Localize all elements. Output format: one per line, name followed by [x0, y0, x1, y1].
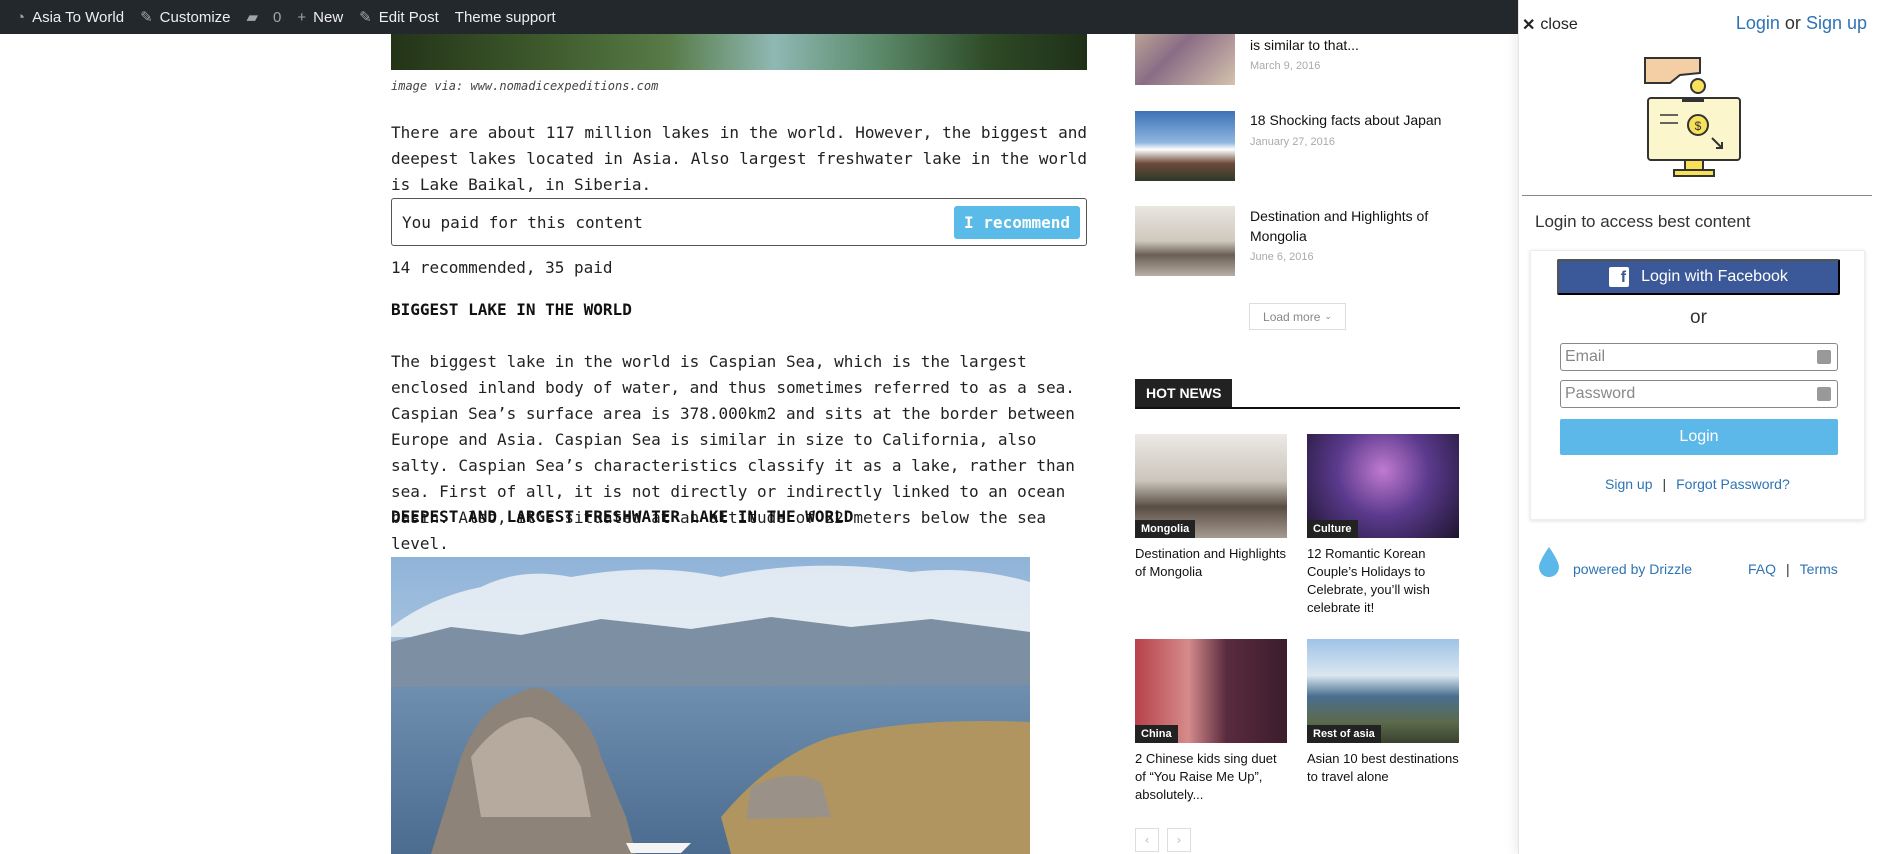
paid-content-text: You paid for this content: [402, 212, 643, 232]
card-title[interactable]: Asian 10 best destinations to travel alo…: [1307, 750, 1459, 786]
drizzle-drop-icon: [1539, 547, 1559, 577]
signup-link-bottom[interactable]: Sign up: [1605, 476, 1652, 492]
admin-bar-edit-post[interactable]: ✎ Edit Post: [359, 8, 439, 27]
customize-label: Customize: [159, 8, 231, 26]
pencil-icon: ✎: [359, 9, 372, 26]
hot-news-card[interactable]: China 2 Chinese kids sing duet of “You R…: [1135, 639, 1287, 804]
site-name: Asia To World: [32, 8, 125, 26]
edit-post-label: Edit Post: [378, 8, 439, 26]
admin-bar-new[interactable]: + New: [297, 9, 343, 26]
card-title[interactable]: 2 Chinese kids sing duet of “You Raise M…: [1135, 750, 1287, 804]
facebook-icon: f: [1609, 267, 1630, 287]
faq-link[interactable]: FAQ: [1748, 561, 1776, 577]
comment-icon: ▰: [246, 9, 259, 26]
next-page-button[interactable]: ›: [1167, 828, 1191, 852]
section-heading-biggest: BIGGEST LAKE IN THE WORLD: [391, 300, 632, 319]
separator: |: [1662, 476, 1667, 492]
category-badge[interactable]: Culture: [1307, 520, 1358, 538]
post-title[interactable]: Destination and Highlights of Mongolia: [1250, 206, 1460, 246]
hot-news-card[interactable]: Mongolia Destination and Highlights of M…: [1135, 434, 1287, 581]
post-title[interactable]: is similar to that...: [1250, 35, 1460, 55]
facebook-login-button[interactable]: f Login with Facebook: [1557, 259, 1840, 295]
load-more-button[interactable]: Load more ⌄: [1249, 303, 1346, 330]
recommend-stats: 14 recommended, 35 paid: [391, 258, 613, 277]
dashboard-icon: ◔: [16, 8, 26, 26]
admin-bar-theme-support[interactable]: Theme support: [455, 9, 556, 26]
close-button[interactable]: ✕ close: [1522, 15, 1578, 35]
paywall-box: You paid for this content I recommend: [391, 198, 1087, 246]
hot-news-header: HOT NEWS: [1135, 379, 1460, 409]
login-link[interactable]: Login: [1736, 13, 1780, 33]
category-badge[interactable]: Mongolia: [1135, 520, 1196, 538]
login-signup-links: Login or Sign up: [1736, 13, 1867, 34]
brush-icon: ✎: [140, 9, 153, 26]
admin-bar-site[interactable]: ◔ Asia To World: [16, 9, 124, 26]
close-label: close: [1540, 16, 1578, 33]
post-title[interactable]: 18 Shocking facts about Japan: [1250, 110, 1460, 130]
powered-by-link[interactable]: powered by Drizzle: [1573, 561, 1692, 577]
panel-subtitle: Login to access best content: [1535, 212, 1751, 231]
theme-support-label: Theme support: [454, 8, 556, 26]
signup-link[interactable]: Sign up: [1806, 13, 1867, 33]
lake-baikal-image: [391, 557, 1030, 854]
or-text: or: [1784, 13, 1801, 33]
autofill-icon: [1817, 350, 1831, 364]
image-caption: image via: www.nomadicexpeditions.com: [391, 79, 659, 93]
card-title[interactable]: 12 Romantic Korean Couple’s Holidays to …: [1307, 545, 1459, 617]
password-input[interactable]: [1561, 381, 1837, 407]
post-date: June 6, 2016: [1250, 251, 1314, 263]
lake-photo: [391, 557, 1030, 854]
close-icon: ✕: [1522, 17, 1536, 34]
comments-count: 0: [273, 8, 282, 26]
article-hero-image: [391, 34, 1087, 70]
password-field[interactable]: [1560, 380, 1838, 408]
svg-text:$: $: [1695, 119, 1702, 133]
card-image: China: [1135, 639, 1287, 743]
category-badge[interactable]: Rest of asia: [1307, 725, 1381, 743]
chevron-down-icon: ⌄: [1324, 311, 1332, 321]
autofill-icon: [1817, 387, 1831, 401]
panel-divider: [1522, 195, 1872, 196]
or-divider: or: [1690, 307, 1707, 328]
auth-links: Sign up | Forgot Password?: [1605, 476, 1790, 492]
post-thumbnail: [1135, 111, 1235, 181]
load-more-label: Load more: [1263, 309, 1321, 324]
panel-footer-links: FAQ | Terms: [1748, 561, 1838, 577]
card-title[interactable]: Destination and Highlights of Mongolia: [1135, 545, 1287, 581]
forgot-password-link[interactable]: Forgot Password?: [1676, 476, 1790, 492]
post-thumbnail: [1135, 206, 1235, 276]
separator: |: [1786, 561, 1790, 577]
hot-news-card[interactable]: Rest of asia Asian 10 best destinations …: [1307, 639, 1459, 786]
recommend-button[interactable]: I recommend: [954, 205, 1080, 239]
terms-link[interactable]: Terms: [1800, 561, 1838, 577]
admin-bar-comments[interactable]: ▰ 0: [246, 8, 282, 27]
plus-icon: +: [297, 8, 307, 26]
email-input[interactable]: [1561, 344, 1837, 370]
paywall-illustration: $: [1644, 57, 1741, 177]
prev-page-button[interactable]: ‹: [1135, 828, 1159, 852]
post-date: January 27, 2016: [1250, 136, 1336, 148]
admin-bar-customize[interactable]: ✎ Customize: [140, 8, 231, 27]
login-button[interactable]: Login: [1560, 419, 1838, 455]
card-image: Mongolia: [1135, 434, 1287, 538]
card-image: Rest of asia: [1307, 639, 1459, 743]
card-image: Culture: [1307, 434, 1459, 538]
post-date: March 9, 2016: [1250, 60, 1321, 72]
new-label: New: [313, 8, 344, 26]
section-heading-deepest: DEEPEST AND LARGEST FRESHWATER LAKE IN T…: [391, 507, 854, 526]
sidebar-post[interactable]: 18 Shocking facts about Japan January 27…: [1135, 111, 1460, 181]
facebook-login-label: Login with Facebook: [1641, 268, 1788, 285]
sidebar-post[interactable]: Destination and Highlights of Mongolia J…: [1135, 206, 1460, 276]
category-badge[interactable]: China: [1135, 725, 1178, 743]
email-field[interactable]: [1560, 343, 1838, 371]
article-intro: There are about 117 million lakes in the…: [391, 123, 1087, 194]
hot-news-label: HOT NEWS: [1135, 379, 1233, 407]
admin-bar: ◔ Asia To World ✎ Customize ▰ 0 + New ✎ …: [0, 0, 1518, 34]
hot-news-card[interactable]: Culture 12 Romantic Korean Couple’s Holi…: [1307, 434, 1459, 617]
